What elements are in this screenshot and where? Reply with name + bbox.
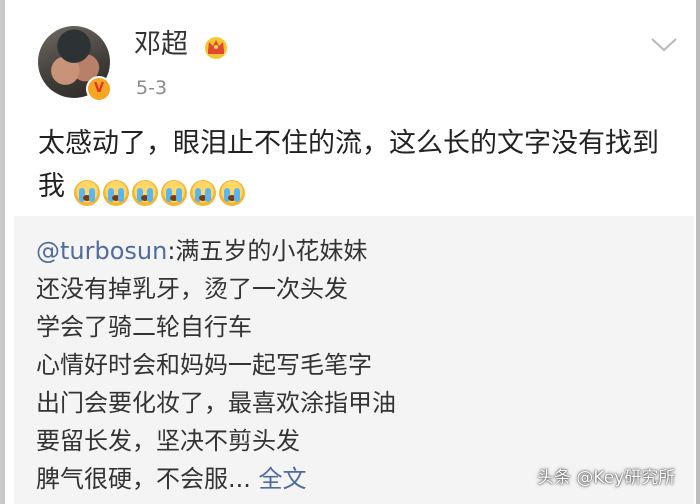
crying-face-icon	[189, 179, 216, 206]
repost-line-text: 脾气很硬，不会服...	[36, 465, 251, 493]
repost-line: 还没有掉乳牙，烫了一次头发	[36, 275, 348, 303]
repost-lines: @turbosun:满五岁的小花妹妹 还没有掉乳牙，烫了一次头发 学会了骑二轮自…	[36, 232, 676, 498]
post-date: 5-3	[136, 77, 168, 99]
crying-face-icon	[102, 179, 129, 206]
crying-face-icon	[131, 179, 158, 206]
repost-line: 学会了骑二轮自行车	[36, 313, 252, 341]
crying-face-icon	[73, 179, 100, 206]
repost-card[interactable]: @turbosun:满五岁的小花妹妹 还没有掉乳牙，烫了一次头发 学会了骑二轮自…	[14, 216, 694, 504]
full-text-link[interactable]: 全文	[259, 465, 307, 493]
verified-badge-icon: V	[86, 76, 112, 102]
repost-line: 要留长发，坚决不剪头发	[36, 427, 300, 455]
repost-line-text: :满五岁的小花妹妹	[167, 237, 368, 265]
crying-face-icon	[218, 179, 245, 206]
username[interactable]: 邓超	[134, 28, 188, 62]
post-header: V 邓超 5-3	[0, 0, 700, 110]
mention-link[interactable]: @turbosun	[36, 237, 167, 265]
crown-icon	[205, 37, 227, 59]
emoji-row	[73, 170, 248, 213]
chevron-down-icon[interactable]	[648, 34, 680, 56]
crying-face-icon	[160, 179, 187, 206]
repost-line: 出门会要化妆了，最喜欢涂指甲油	[36, 389, 396, 417]
watermark: 头条 @Key研究所	[537, 468, 676, 488]
repost-line: @turbosun:满五岁的小花妹妹	[36, 232, 676, 270]
repost-line: 心情好时会和妈妈一起写毛笔字	[36, 351, 372, 379]
post-content: 太感动了，眼泪止不住的流，这么长的文字没有找到我	[38, 122, 678, 213]
